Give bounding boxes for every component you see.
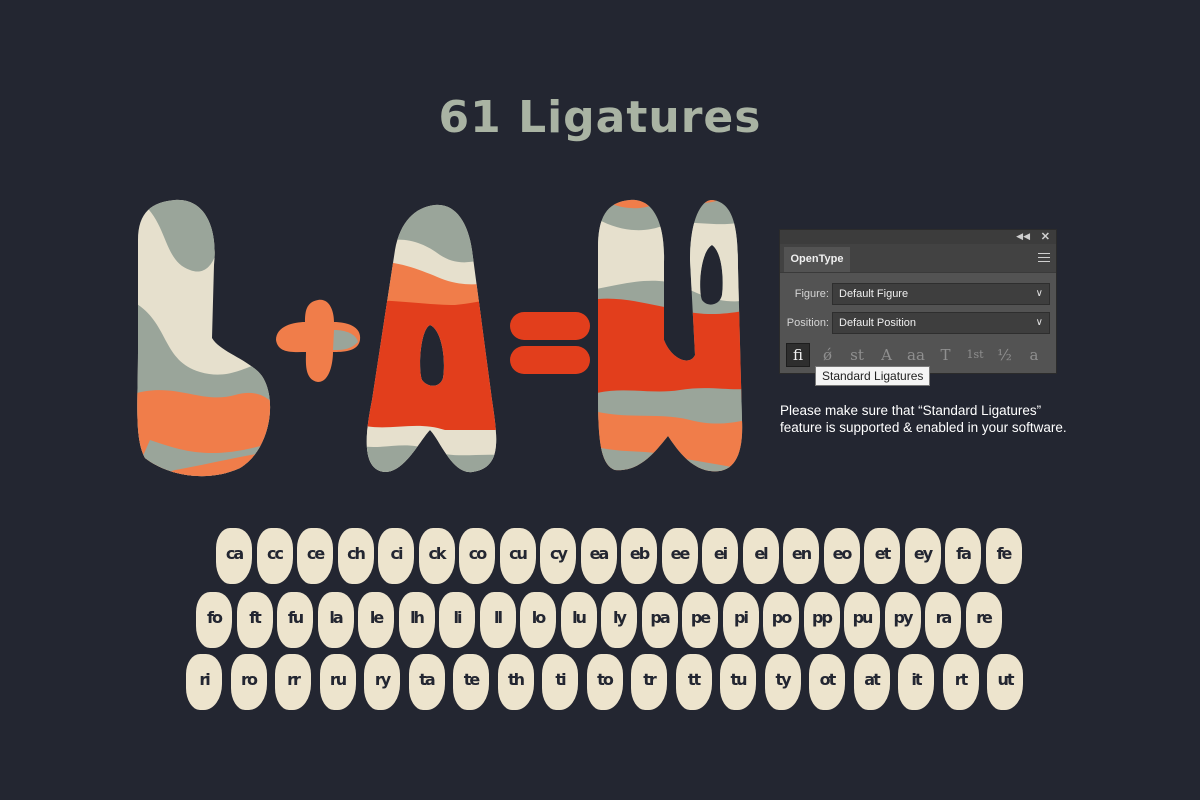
- fractions-icon[interactable]: ½: [993, 343, 1017, 367]
- ligature-glyph: re: [965, 592, 1002, 648]
- ligature-glyph: ei: [702, 528, 738, 584]
- ligature-glyph: eo: [823, 528, 860, 584]
- panel-tab-bar: OpenType: [780, 244, 1056, 273]
- ligature-glyph: ta: [408, 654, 445, 710]
- ligature-glyph: ee: [661, 528, 698, 584]
- ligature-glyph: tt: [675, 654, 712, 710]
- ligature-glyph: ey: [904, 528, 941, 584]
- ligature-glyph: py: [884, 592, 921, 648]
- ligature-glyph: fa: [945, 528, 981, 584]
- ligature-glyph: fu: [277, 592, 313, 648]
- ligature-glyph: lu: [560, 592, 597, 648]
- ligature-glyph: lo: [520, 592, 556, 648]
- ligature-row: ri ro rr ru ry ta te th ti to tr tt tu ty ot at it rt ut: [0, 654, 1200, 710]
- equals-bottom-bar: [510, 346, 590, 374]
- titling-alternates-icon[interactable]: T: [934, 343, 958, 367]
- ligature-glyph: ru: [319, 654, 356, 710]
- collapse-panel-icon[interactable]: ◀◀: [1016, 231, 1030, 242]
- ligature-glyph: cc: [256, 528, 293, 584]
- ligature-glyph: te: [453, 654, 489, 710]
- ligature-glyph: co: [459, 528, 495, 584]
- chevron-down-icon: ∨: [1035, 288, 1043, 299]
- ordinals-icon[interactable]: 1st: [963, 343, 987, 367]
- ligature-glyph: fo: [196, 592, 232, 648]
- ligature-glyph: ri: [186, 654, 222, 710]
- panel-menu-icon[interactable]: [1038, 253, 1050, 265]
- close-icon[interactable]: ✕: [1041, 230, 1050, 243]
- opentype-panel[interactable]: ◀◀ ✕ OpenType Figure: Default Figure ∨ P…: [779, 229, 1057, 374]
- ligature-glyph: la: [317, 592, 354, 648]
- ligature-glyph: en: [783, 528, 819, 584]
- letter-la-ligature-glyph: [598, 199, 743, 472]
- ligature-glyph: le: [358, 592, 394, 648]
- chevron-down-icon: ∨: [1035, 317, 1043, 328]
- ligature-glyph: pu: [844, 592, 880, 648]
- ligature-glyph: pa: [641, 592, 678, 648]
- ligature-glyph: pp: [803, 592, 840, 648]
- ligature-glyph: ck: [418, 528, 455, 584]
- figure-select[interactable]: Default Figure ∨: [832, 283, 1050, 305]
- stylistic-sets-icon[interactable]: a: [1022, 343, 1046, 367]
- ligature-glyph: el: [742, 528, 779, 584]
- panel-title-strip[interactable]: ◀◀ ✕: [780, 230, 1056, 244]
- ligature-glyph: ea: [580, 528, 617, 584]
- ligature-glyph: cu: [499, 528, 536, 584]
- ligature-glyph: it: [898, 654, 934, 710]
- ligature-glyph: ci: [378, 528, 414, 584]
- instruction-note: Please make sure that “Standard Ligature…: [780, 403, 1067, 435]
- ligature-glyph: ce: [297, 528, 333, 584]
- ligature-glyph: ut: [987, 654, 1023, 710]
- ligature-glyph: ro: [230, 654, 267, 710]
- ligature-glyph: ca: [216, 528, 252, 584]
- position-label: Position:: [786, 317, 829, 329]
- figure-row: Figure: Default Figure ∨: [780, 283, 1058, 305]
- ligature-row: fo ft fu la le lh li ll lo lu ly pa pe pi po pp pu py ra re: [0, 592, 1200, 648]
- ligature-glyph: ll: [479, 592, 516, 648]
- ligature-glyph: eb: [621, 528, 657, 584]
- ligature-glyph: pe: [682, 592, 718, 648]
- ligature-glyph: rr: [275, 654, 311, 710]
- ligature-glyph: li: [439, 592, 475, 648]
- ligature-glyph: ti: [542, 654, 578, 710]
- ligature-row: ca cc ce ch ci ck co cu cy ea eb ee ei el en eo et ey fa fe: [0, 528, 1200, 584]
- position-select-value: Default Position: [839, 317, 917, 329]
- position-select[interactable]: Default Position ∨: [832, 312, 1050, 334]
- ligature-glyph: ch: [337, 528, 374, 584]
- tab-opentype[interactable]: OpenType: [784, 247, 850, 272]
- ligature-glyph: th: [497, 654, 534, 710]
- letter-l-glyph: [137, 199, 271, 477]
- figure-select-value: Default Figure: [839, 288, 909, 300]
- ligature-glyph: ty: [764, 654, 801, 710]
- opentype-feature-buttons: fi ǿ st Aaa T 1st ½ a: [786, 343, 1052, 367]
- ligature-glyph: ra: [925, 592, 961, 648]
- equals-top-bar: [510, 312, 590, 340]
- ligature-glyph: et: [864, 528, 900, 584]
- ligature-glyph: po: [763, 592, 799, 648]
- ligature-glyph: cy: [540, 528, 576, 584]
- ligature-glyph: ft: [236, 592, 273, 648]
- stylistic-alternates-icon[interactable]: aa: [904, 343, 928, 367]
- ligature-glyph: ry: [364, 654, 400, 710]
- ligature-glyph: tu: [720, 654, 756, 710]
- ligature-glyph: pi: [722, 592, 759, 648]
- discretionary-ligatures-icon[interactable]: st: [845, 343, 869, 367]
- figure-label: Figure:: [794, 288, 829, 300]
- tooltip: Standard Ligatures: [815, 366, 931, 386]
- ligature-glyph: lh: [398, 592, 435, 648]
- standard-ligatures-icon[interactable]: fi: [786, 343, 810, 367]
- ligature-glyph: rt: [942, 654, 979, 710]
- ligature-glyph: ly: [601, 592, 637, 648]
- contextual-alternates-icon[interactable]: ǿ: [816, 343, 840, 367]
- ligature-glyph: ot: [809, 654, 845, 710]
- ligature-glyph: to: [586, 654, 623, 710]
- ligature-glyph: fe: [985, 528, 1022, 584]
- position-row: Position: Default Position ∨: [780, 312, 1058, 334]
- swash-icon[interactable]: A: [875, 343, 899, 367]
- ligature-glyph: tr: [631, 654, 667, 710]
- ligature-glyph: at: [853, 654, 890, 710]
- letter-a-glyph: [366, 204, 497, 473]
